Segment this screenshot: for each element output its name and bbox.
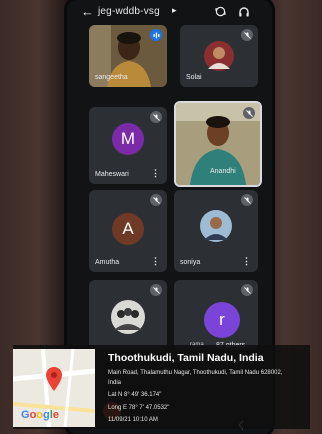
participant-avatar: M xyxy=(112,123,144,155)
avatar-initial: r xyxy=(219,310,225,329)
participant-name: Amutha xyxy=(95,259,120,266)
more-options-icon[interactable]: ⋮ xyxy=(242,257,251,266)
participant-name: Solai xyxy=(186,74,202,81)
muted-mic-icon xyxy=(243,107,255,119)
chevron-right-icon[interactable]: ▸ xyxy=(172,5,177,16)
back-arrow-icon[interactable]: ← xyxy=(81,4,94,19)
meeting-top-bar: ← jeg-wddb-vsg ▸ xyxy=(67,0,272,24)
speaking-indicator xyxy=(150,29,162,41)
address-line: India xyxy=(108,380,122,386)
participant-tile[interactable]: Anandhi xyxy=(174,101,262,187)
participant-name: sangeetha xyxy=(95,74,128,81)
map-pin-icon xyxy=(46,367,62,391)
audio-level-icon xyxy=(153,32,159,38)
participant-tile[interactable]: M Maheswari ⋮ xyxy=(89,107,167,184)
location-stamp: Google Thoothukudi, Tamil Nadu, India Ma… xyxy=(13,345,310,429)
participant-tile[interactable]: A Amutha ⋮ xyxy=(89,190,167,272)
map-thumbnail: Google xyxy=(13,349,95,427)
switch-camera-icon[interactable] xyxy=(215,6,226,17)
more-options-icon[interactable]: ⋮ xyxy=(151,257,160,266)
participant-avatar xyxy=(111,300,145,334)
address-line: Main Road, Thalamuthu Nagar, Thoothukudi… xyxy=(108,370,283,376)
muted-mic-icon xyxy=(150,284,162,296)
datetime: 11/09/21 10:10 AM xyxy=(108,417,158,423)
participant-name: soniya xyxy=(180,259,201,266)
audio-output-icon[interactable] xyxy=(238,6,250,18)
more-options-icon[interactable]: ⋮ xyxy=(151,169,160,178)
participant-avatar xyxy=(204,41,234,71)
muted-mic-icon xyxy=(150,194,162,206)
muted-mic-icon xyxy=(150,111,162,123)
participant-avatar xyxy=(200,210,232,242)
participant-name: Maheswari xyxy=(95,171,129,178)
google-logo: Google xyxy=(21,409,59,421)
participant-avatar: r xyxy=(204,302,240,338)
meeting-code[interactable]: jeg-wddb-vsg xyxy=(98,6,160,17)
participant-tile[interactable]: soniya ⋮ xyxy=(174,190,258,272)
avatar-initial: A xyxy=(122,219,134,238)
avatar-initial: M xyxy=(120,129,136,148)
muted-mic-icon xyxy=(241,284,253,296)
participant-tile[interactable]: r rama 87 others xyxy=(174,280,258,350)
participant-name: Anandhi xyxy=(210,168,236,175)
participant-avatar: A xyxy=(112,213,144,245)
participant-tile[interactable]: Solai xyxy=(180,25,258,87)
muted-mic-icon xyxy=(241,194,253,206)
participant-tile[interactable] xyxy=(89,280,167,350)
longitude: Long E 78° 7' 47.0532" xyxy=(108,405,170,411)
participant-tile[interactable]: sangeetha xyxy=(89,25,167,87)
muted-mic-icon xyxy=(241,29,253,41)
location-title: Thoothukudi, Tamil Nadu, India xyxy=(108,352,264,364)
latitude: Lat N 8° 49' 36.174" xyxy=(108,392,162,398)
